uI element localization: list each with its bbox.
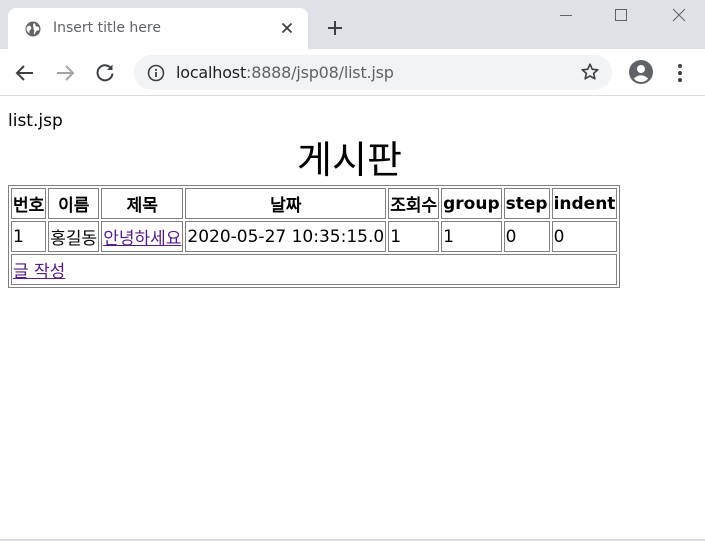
arrow-right-icon[interactable] [53, 61, 77, 85]
page-content: list.jsp 게시판 번호 이름 제목 날짜 조회수 group step … [0, 97, 705, 540]
page-filename: list.jsp [8, 111, 63, 131]
table-footer-row: 글 작성 [11, 254, 618, 285]
close-icon[interactable] [279, 20, 295, 36]
cell-date: 2020-05-27 10:35:15.0 [185, 221, 387, 252]
cell-number: 1 [11, 221, 47, 252]
plus-icon[interactable] [326, 19, 344, 37]
star-icon[interactable] [580, 62, 600, 82]
minimize-icon[interactable] [557, 6, 575, 24]
url-path: :8888/jsp08/list.jsp [246, 63, 394, 82]
reload-icon[interactable] [93, 61, 117, 85]
table-header-row: 번호 이름 제목 날짜 조회수 group step indent [11, 188, 618, 219]
cell-views: 1 [388, 221, 440, 252]
tab-title: Insert title here [53, 20, 161, 36]
column-header-title: 제목 [101, 188, 184, 219]
tab-strip: Insert title here [0, 0, 705, 49]
column-header-group: group [441, 188, 502, 219]
page-title: 게시판 [297, 138, 402, 182]
column-header-views: 조회수 [388, 188, 440, 219]
window-close-icon[interactable] [670, 6, 688, 24]
url-host: localhost [176, 63, 247, 82]
board-table: 번호 이름 제목 날짜 조회수 group step indent 1 홍길동 … [8, 185, 621, 288]
column-header-name: 이름 [48, 188, 100, 219]
kebab-menu-icon[interactable] [670, 61, 690, 85]
cell-title: 안녕하세요 [101, 221, 184, 252]
column-header-indent: indent [551, 188, 618, 219]
globe-icon [25, 21, 41, 37]
arrow-left-icon[interactable] [13, 61, 37, 85]
maximize-icon[interactable] [612, 6, 630, 24]
table-row: 1 홍길동 안녕하세요 2020-05-27 10:35:15.0 1 1 0 … [11, 221, 618, 252]
cell-step: 0 [503, 221, 550, 252]
post-title-link[interactable]: 안녕하세요 [103, 229, 181, 249]
write-link-cell: 글 작성 [11, 254, 618, 285]
cell-group: 1 [441, 221, 502, 252]
column-header-date: 날짜 [185, 188, 387, 219]
browser-toolbar: localhost:8888/jsp08/list.jsp [0, 49, 705, 96]
browser-tab[interactable]: Insert title here [8, 8, 308, 49]
column-header-number: 번호 [11, 188, 47, 219]
cell-indent: 0 [551, 221, 618, 252]
url-text: localhost:8888/jsp08/list.jsp [176, 63, 394, 82]
address-bar[interactable]: localhost:8888/jsp08/list.jsp [134, 55, 612, 90]
write-post-link[interactable]: 글 작성 [13, 262, 65, 282]
column-header-step: step [503, 188, 550, 219]
account-icon[interactable] [628, 59, 654, 85]
info-icon[interactable] [147, 64, 165, 82]
cell-name: 홍길동 [48, 221, 100, 252]
